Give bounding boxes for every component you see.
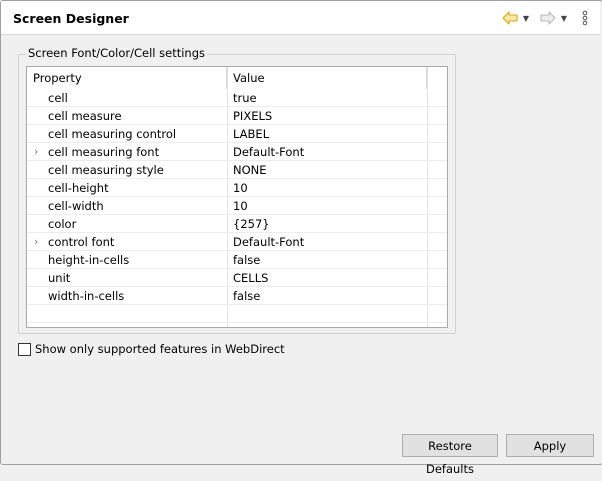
table-row[interactable]: › control font Default-Font [27, 233, 447, 251]
property-value[interactable]: 10 [233, 179, 248, 197]
apply-button[interactable]: Apply [506, 434, 594, 457]
table-row[interactable]: cell measuring style NONE [27, 161, 447, 179]
back-button[interactable] [501, 9, 519, 27]
table-row[interactable]: cell-width 10 [27, 197, 447, 215]
property-name: cell measuring font [48, 145, 160, 159]
property-name: cell measure [48, 109, 122, 123]
column-header-property[interactable]: Property [27, 67, 227, 89]
property-value[interactable]: Default-Font [233, 233, 304, 251]
restore-defaults-button[interactable]: Restore Defaults [402, 434, 498, 476]
table-row-empty [27, 305, 447, 323]
property-value[interactable]: PIXELS [233, 107, 272, 125]
expand-chevron-icon[interactable]: › [34, 233, 38, 251]
property-name: height-in-cells [48, 253, 130, 267]
arrow-left-icon [502, 11, 518, 25]
arrow-right-icon [540, 11, 556, 25]
property-value[interactable]: Default-Font [233, 143, 304, 161]
property-name: cell-height [48, 181, 109, 195]
page-header: Screen Designer ▼ ▼ [1, 1, 600, 35]
property-value[interactable]: LABEL [233, 125, 269, 143]
back-dropdown-chevron-icon[interactable]: ▼ [521, 9, 531, 27]
property-value[interactable]: 10 [233, 197, 248, 215]
webdirect-checkbox[interactable] [18, 342, 31, 356]
expand-chevron-icon[interactable]: › [34, 143, 38, 161]
property-name: unit [48, 271, 71, 285]
property-value[interactable]: {257} [233, 215, 270, 233]
table-row[interactable]: cell measuring control LABEL [27, 125, 447, 143]
property-name: cell-width [48, 199, 104, 213]
property-name: color [48, 217, 77, 231]
forward-button[interactable] [539, 9, 557, 27]
properties-table[interactable]: Property Value cell true cell measure PIXEL… [26, 66, 448, 328]
property-name: cell [48, 91, 68, 105]
property-name: width-in-cells [48, 289, 125, 303]
property-value[interactable]: CELLS [233, 269, 268, 287]
column-header-value[interactable]: Value [227, 67, 427, 89]
vertical-ellipsis-icon [582, 10, 588, 26]
table-row[interactable]: cell-height 10 [27, 179, 447, 197]
settings-group-label: Screen Font/Color/Cell settings [26, 46, 208, 60]
table-row[interactable]: cell measure PIXELS [27, 107, 447, 125]
property-value[interactable]: NONE [233, 161, 267, 179]
table-row[interactable]: width-in-cells false [27, 287, 447, 305]
property-name: cell measuring style [48, 163, 164, 177]
table-row[interactable]: height-in-cells false [27, 251, 447, 269]
table-row[interactable]: cell true [27, 89, 447, 107]
property-name: cell measuring control [48, 127, 177, 141]
view-menu-button[interactable] [579, 9, 591, 27]
property-name: control font [48, 235, 115, 249]
property-value[interactable]: false [233, 251, 260, 269]
webdirect-option[interactable]: Show only supported features in WebDirec… [18, 342, 285, 356]
table-row[interactable]: › cell measuring font Default-Font [27, 143, 447, 161]
property-value[interactable]: true [233, 89, 257, 107]
table-row[interactable]: color {257} [27, 215, 447, 233]
page-title: Screen Designer [13, 11, 129, 26]
webdirect-checkbox-label: Show only supported features in WebDirec… [35, 342, 285, 356]
property-value[interactable]: false [233, 287, 260, 305]
forward-dropdown-chevron-icon[interactable]: ▼ [559, 9, 569, 27]
table-row[interactable]: unit CELLS [27, 269, 447, 287]
